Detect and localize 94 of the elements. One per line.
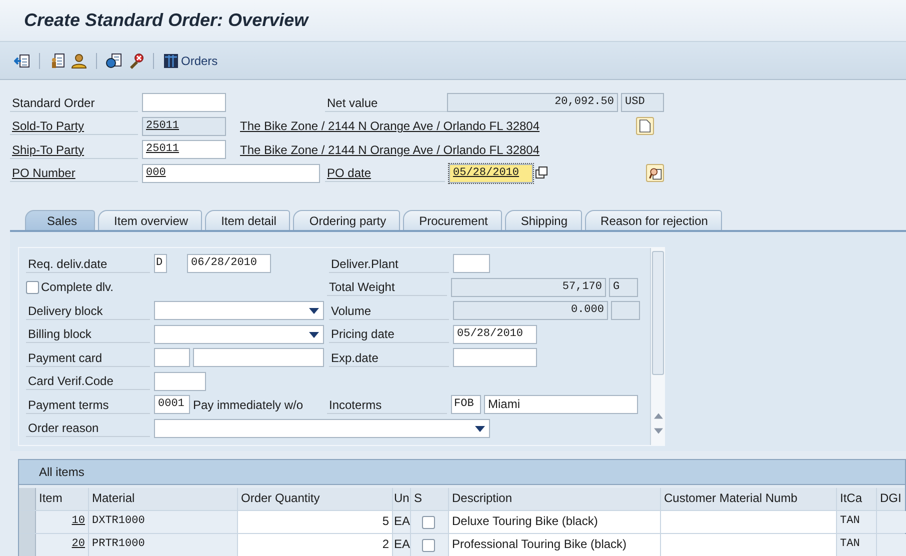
- dropdown-arrow-icon: [309, 308, 319, 314]
- card-verif-code-field[interactable]: [154, 372, 206, 391]
- total-weight-field: 57,170: [451, 278, 606, 297]
- pricing-date-field[interactable]: 05/28/2010: [453, 324, 537, 344]
- payment-terms-field[interactable]: 0001: [154, 395, 190, 414]
- field-label: Volume: [329, 302, 449, 320]
- table-cell: TAN: [837, 534, 877, 556]
- table-cell: PRTR1000: [89, 534, 238, 556]
- field-label[interactable]: PO Number: [10, 164, 138, 182]
- field-label: Incoterms: [327, 396, 447, 414]
- incoterms-code-field[interactable]: FOB: [451, 395, 481, 414]
- blank-document-button[interactable]: [636, 117, 654, 136]
- table-cell[interactable]: 10: [36, 511, 89, 533]
- incoterms-place-field[interactable]: Miami: [484, 395, 638, 414]
- dropdown-arrow-icon: [309, 332, 319, 338]
- column-header[interactable]: Material: [89, 488, 238, 510]
- delivery-date-field[interactable]: 06/28/2010: [187, 254, 271, 274]
- deliver-plant-field[interactable]: [453, 254, 490, 274]
- dropdown-field[interactable]: [154, 301, 324, 320]
- column-header[interactable]: Order Quantity: [238, 488, 393, 510]
- column-header[interactable]: Description: [449, 488, 661, 510]
- field-label: Total Weight: [327, 278, 447, 296]
- payment-terms-text: Pay immediately w/o: [193, 398, 304, 412]
- checkbox-label: Complete dlv.: [41, 280, 114, 294]
- document-person-icon[interactable]: [49, 52, 65, 68]
- table-cell: TAN: [837, 511, 877, 533]
- tab[interactable]: Reason for rejection: [584, 210, 722, 230]
- tab[interactable]: Item detail: [205, 210, 290, 230]
- card-number-field[interactable]: [193, 348, 324, 368]
- address-link[interactable]: The Bike Zone / 2144 N Orange Ave / Orlando FL 32804: [240, 142, 636, 157]
- table-cell[interactable]: 2: [238, 534, 393, 556]
- tab[interactable]: Ordering party: [293, 210, 400, 230]
- field-label: Payment terms: [26, 396, 150, 414]
- checkbox[interactable]: [422, 538, 435, 552]
- field-label: Req. deliv.date: [26, 254, 150, 273]
- field-label: Exp.date: [329, 348, 449, 367]
- documents-icon[interactable]: [106, 52, 122, 68]
- scroll-down-icon[interactable]: [654, 428, 662, 434]
- field-label: Deliver.Plant: [329, 254, 449, 273]
- field-label: Delivery block: [26, 302, 150, 320]
- dropdown-field[interactable]: [154, 418, 490, 438]
- weight-unit-field: G: [609, 278, 638, 297]
- column-header[interactable]: Un: [393, 488, 411, 510]
- column-header[interactable]: S: [411, 488, 449, 510]
- document-magnifier-button[interactable]: [646, 164, 664, 182]
- table-cell[interactable]: 20: [36, 534, 89, 556]
- tab[interactable]: Sales: [25, 210, 96, 230]
- po-number-field[interactable]: 000: [142, 164, 320, 183]
- table-title: All items: [39, 465, 84, 479]
- scroll-up-icon[interactable]: [654, 413, 662, 419]
- table-cell: DXTR1000: [89, 511, 238, 533]
- sold-to-field: 25011: [142, 116, 226, 136]
- table-cell: EA: [393, 534, 411, 556]
- checkbox[interactable]: [422, 516, 435, 528]
- field-label: Order reason: [26, 419, 150, 438]
- net-value-field: 20,092.50: [447, 93, 618, 112]
- table-icon: [163, 52, 179, 68]
- field-label[interactable]: Sold-To Party: [10, 117, 138, 136]
- person-icon[interactable]: [71, 52, 87, 68]
- field-label: Payment card: [26, 348, 150, 367]
- address-link[interactable]: The Bike Zone / 2144 N Orange Ave / Orlando FL 32804: [240, 119, 636, 134]
- window-title: Create Standard Order: Overview: [24, 10, 308, 31]
- field-label: Billing block: [26, 325, 150, 344]
- currency-field: USD: [621, 93, 664, 112]
- table-cell: Deluxe Touring Bike (black): [449, 511, 661, 533]
- card-type-field[interactable]: [154, 348, 190, 368]
- table-cell: EA: [393, 511, 411, 533]
- table-cell[interactable]: 5: [238, 511, 393, 533]
- tab[interactable]: Item overview: [98, 210, 202, 230]
- column-header[interactable]: ItCa: [837, 488, 877, 510]
- volume-unit-field: [611, 301, 640, 320]
- checkbox[interactable]: [26, 280, 39, 294]
- field-label: Pricing date: [329, 325, 449, 344]
- exp-date-field[interactable]: [453, 348, 537, 368]
- column-header[interactable]: Item: [36, 488, 89, 510]
- tab[interactable]: Procurement: [403, 210, 502, 230]
- ship-to-field[interactable]: 25011: [142, 140, 226, 160]
- standard-order-field[interactable]: [142, 93, 226, 112]
- column-header[interactable]: Customer Material Numb: [661, 488, 837, 510]
- volume-field: 0.000: [453, 301, 608, 320]
- vertical-scrollbar[interactable]: [650, 248, 665, 445]
- dropdown-arrow-icon: [475, 426, 485, 432]
- po-date-field[interactable]: 05/28/2010: [449, 164, 533, 183]
- dropdown-field[interactable]: [154, 324, 324, 344]
- field-label[interactable]: PO date: [325, 164, 445, 182]
- field-label: Card Verif.Code: [26, 372, 150, 390]
- document-arrow-icon[interactable]: [14, 52, 30, 68]
- tab[interactable]: Shipping: [504, 210, 582, 230]
- table-cell: Professional Touring Bike (black): [449, 534, 661, 556]
- orders-button[interactable]: Orders: [163, 52, 218, 68]
- field-label: Standard Order: [10, 94, 138, 112]
- column-header[interactable]: DGI: [877, 488, 906, 510]
- date-type-field[interactable]: D: [154, 254, 167, 274]
- field-label[interactable]: Ship-To Party: [10, 140, 138, 159]
